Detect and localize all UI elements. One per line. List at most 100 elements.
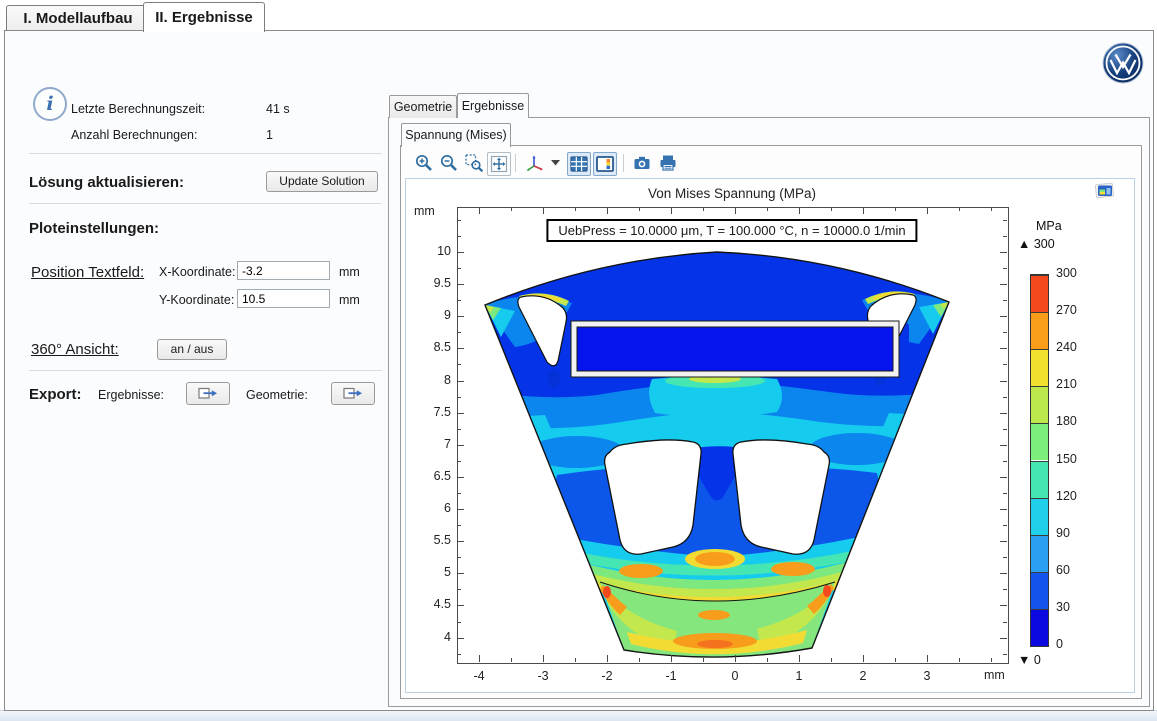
graphics-toolbar <box>405 150 1135 178</box>
last-computation-value: 41 s <box>266 102 290 116</box>
x-tick <box>831 658 832 662</box>
y-tick <box>457 493 461 494</box>
y-coordinate-input[interactable] <box>237 289 330 308</box>
x-tick <box>767 207 768 211</box>
y-axis-unit: mm <box>414 204 435 218</box>
tab-ergebnisse-graphics[interactable]: Ergebnisse <box>457 93 529 118</box>
x-unit-label: mm <box>339 265 360 279</box>
camera-icon[interactable] <box>631 152 653 174</box>
print-icon[interactable] <box>657 152 679 174</box>
x-tick <box>991 207 992 211</box>
toolbar-separator <box>623 154 624 172</box>
y-tick <box>1003 364 1007 365</box>
dropdown-caret-icon[interactable] <box>549 152 561 174</box>
y-tick <box>457 397 461 398</box>
colorbar-segment <box>1031 498 1048 535</box>
export-arrow-icon <box>198 386 218 401</box>
y-tick <box>1000 573 1007 574</box>
y-tick <box>457 638 464 639</box>
colorbar-tick-label: 180 <box>1056 414 1077 428</box>
y-tick <box>457 573 464 574</box>
x-tick <box>991 658 992 662</box>
y-tick <box>457 654 461 655</box>
tab-spannung-mises[interactable]: Spannung (Mises) <box>401 123 511 147</box>
colorbar-tick-label: 120 <box>1056 489 1077 503</box>
x-tick <box>927 207 928 214</box>
y-tick <box>457 557 461 558</box>
vw-logo <box>1102 42 1144 84</box>
y-tick <box>1000 284 1007 285</box>
main-panel: i Letzte Berechnungszeit: 41 s Anzahl Be… <box>4 30 1154 711</box>
y-tick <box>457 284 464 285</box>
x-tick <box>863 655 864 662</box>
y-tick <box>457 429 461 430</box>
x-tick <box>831 207 832 211</box>
export-results-button[interactable] <box>186 382 230 405</box>
zoom-box-icon[interactable] <box>463 152 485 174</box>
y-tick-label: 4 <box>409 630 451 644</box>
y-tick <box>1000 381 1007 382</box>
x-tick-label: -1 <box>656 669 686 683</box>
colorbar-tick-label: 0 <box>1056 637 1063 651</box>
tab-ergebnisse-label: II. Ergebnisse <box>155 9 253 26</box>
position-textfield-label: Position Textfeld: <box>31 264 144 281</box>
axis-orientation-icon[interactable] <box>523 152 549 174</box>
y-tick-label: 8 <box>409 373 451 387</box>
y-tick <box>457 541 464 542</box>
tab-spannung-mises-label: Spannung (Mises) <box>405 128 506 142</box>
tab-modellaufbau-label: I. Modellaufbau <box>23 10 132 27</box>
x-tick <box>607 655 608 662</box>
x-tick <box>959 207 960 211</box>
tab-modellaufbau[interactable]: I. Modellaufbau <box>6 5 150 32</box>
y-tick <box>1000 477 1007 478</box>
y-tick-label: 7 <box>409 437 451 451</box>
x-tick <box>511 207 512 211</box>
graphics-canvas[interactable]: Von Mises Spannung (MPa) mm mm <box>405 178 1135 693</box>
y-tick <box>1000 509 1007 510</box>
zoom-in-icon[interactable] <box>413 152 435 174</box>
y-tick <box>1003 397 1007 398</box>
y-tick <box>457 316 464 317</box>
info-icon: i <box>33 87 67 121</box>
tab-geometrie[interactable]: Geometrie <box>389 95 457 118</box>
update-solution-button[interactable]: Update Solution <box>266 171 378 192</box>
separator <box>29 203 382 204</box>
separator <box>29 153 382 154</box>
colorbar-tick-label: 30 <box>1056 600 1070 614</box>
y-tick <box>457 220 461 221</box>
colorbar-segment <box>1031 423 1048 460</box>
export-geometry-button[interactable] <box>331 382 375 405</box>
x-tick <box>607 207 608 214</box>
tab-ergebnisse[interactable]: II. Ergebnisse <box>143 2 265 32</box>
y-tick <box>1003 622 1007 623</box>
y-tick-label: 5 <box>409 565 451 579</box>
export-geometry-label: Geometrie: <box>246 388 308 402</box>
legend-toggle-icon[interactable] <box>593 152 617 176</box>
y-tick <box>1003 220 1007 221</box>
colorbar-segment <box>1031 572 1048 609</box>
x-tick <box>767 658 768 662</box>
y-tick-label: 10 <box>409 244 451 258</box>
x-tick <box>511 658 512 662</box>
plot-settings-heading: Ploteinstellungen: <box>29 220 159 237</box>
zoom-out-icon[interactable] <box>438 152 460 174</box>
colorbar-tick-label: 90 <box>1056 526 1070 540</box>
plot-thumbnail-icon[interactable] <box>1094 182 1116 200</box>
toolbar-separator <box>515 154 516 172</box>
y-tick <box>457 348 464 349</box>
y-tick <box>1000 445 1007 446</box>
x-tick <box>959 658 960 662</box>
x-coordinate-input[interactable] <box>237 261 330 280</box>
colorbar-segment <box>1031 609 1048 646</box>
tab-ergebnisse-graphics-label: Ergebnisse <box>462 99 525 113</box>
y-tick <box>457 509 464 510</box>
colorbar-segment <box>1031 535 1048 572</box>
y-tick <box>1003 236 1007 237</box>
y-tick-label: 4.5 <box>409 597 451 611</box>
grid-toggle-icon[interactable] <box>567 152 591 176</box>
x-tick <box>639 658 640 662</box>
view-360-toggle-button[interactable]: an / aus <box>157 339 227 360</box>
view-360-label: 360° Ansicht: <box>31 341 119 358</box>
y-tick <box>1000 605 1007 606</box>
zoom-extents-icon[interactable] <box>487 152 511 176</box>
